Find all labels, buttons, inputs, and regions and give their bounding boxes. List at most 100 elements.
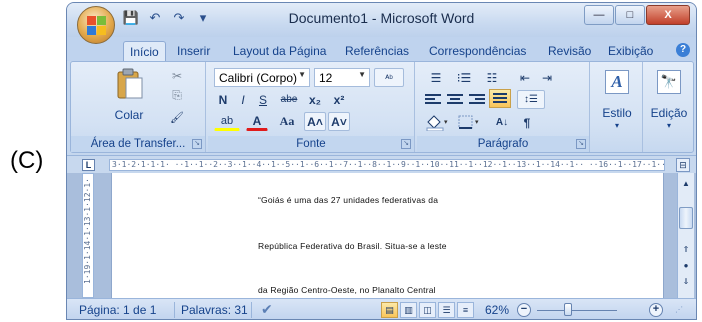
chevron-down-icon: ▼: [358, 70, 366, 79]
copy-icon[interactable]: ⎘: [167, 86, 187, 105]
paste-button[interactable]: Colar: [111, 66, 147, 128]
binoculars-icon: 🔭: [657, 70, 681, 94]
font-color-button[interactable]: A: [246, 112, 268, 131]
paragraph-2[interactable]: República Federativa do Brasil. Situa-se…: [258, 241, 447, 251]
borders-icon[interactable]: ▾: [457, 113, 483, 131]
tab-revisao[interactable]: Revisão: [542, 41, 597, 61]
figure-caption: (C): [10, 147, 44, 174]
tab-exibicao[interactable]: Exibição: [602, 41, 659, 61]
help-icon[interactable]: ?: [676, 43, 690, 57]
superscript-button[interactable]: x²: [328, 90, 350, 109]
zoom-slider-thumb[interactable]: [564, 303, 572, 316]
paragraph-3[interactable]: da Região Centro-Oeste, no Planalto Cent…: [258, 285, 436, 295]
cut-icon[interactable]: ✂: [167, 66, 187, 85]
align-right-icon[interactable]: [469, 92, 485, 106]
font-group-label: Fonte: [208, 136, 414, 152]
resize-grip-icon[interactable]: ⋰: [675, 305, 683, 314]
decrease-indent-button[interactable]: ⇤: [515, 68, 535, 87]
tab-inserir[interactable]: Inserir: [171, 41, 216, 61]
paragraph-1[interactable]: “Goiás é uma das 27 unidades federativas…: [258, 195, 438, 205]
proofing-icon[interactable]: ✔: [261, 301, 273, 318]
vertical-ruler-ticks: 1·19·1·14·1·13·1·12·1·: [83, 178, 92, 284]
font-group: Calibri (Corpo) ▼ 12 ▼ ᴬᵇ N I S abe x₂ x² …: [208, 62, 415, 152]
tab-correspondencias[interactable]: Correspondências: [423, 41, 532, 61]
underline-button[interactable]: S: [254, 90, 272, 109]
font-size-select[interactable]: 12 ▼: [314, 68, 370, 87]
web-layout-icon[interactable]: ◫: [419, 302, 436, 318]
show-marks-button[interactable]: ¶: [517, 113, 537, 132]
clipboard-group-label: Área de Transfer...: [71, 136, 205, 152]
paragraph-group-label: Parágrafo: [417, 136, 589, 152]
print-layout-icon[interactable]: ▤: [381, 302, 398, 318]
ribbon: Colar ✂ ⎘ 🖌 Área de Transfer... ↘ Calibr…: [70, 61, 694, 153]
font-size-value: 12: [319, 71, 333, 85]
close-button[interactable]: X: [646, 5, 690, 25]
font-group-label-text: Fonte: [296, 138, 326, 150]
font-family-value: Calibri (Corpo): [219, 71, 298, 85]
tab-selector-button[interactable]: L: [82, 159, 95, 171]
grow-font-button[interactable]: A˄: [304, 112, 326, 131]
editing-group: 🔭 Edição ▾: [645, 62, 693, 152]
sort-button[interactable]: A↓: [491, 113, 513, 132]
document-page[interactable]: “Goiás é uma das 27 unidades federativas…: [111, 173, 664, 298]
zoom-in-icon[interactable]: +: [649, 303, 663, 317]
word-count[interactable]: Palavras: 31: [181, 303, 248, 317]
clipboard-launcher-icon[interactable]: ↘: [192, 139, 202, 149]
bold-button[interactable]: N: [214, 90, 232, 109]
horizontal-ruler[interactable]: 3·1·2·1·1·1· ··1··1··2··3··1··4··1··5··1…: [109, 159, 665, 171]
font-launcher-icon[interactable]: ↘: [401, 139, 411, 149]
paragraph-launcher-icon[interactable]: ↘: [576, 139, 586, 149]
subscript-button[interactable]: x₂: [304, 90, 326, 109]
align-left-icon[interactable]: [425, 92, 441, 106]
maximize-button[interactable]: □: [615, 5, 645, 25]
browse-object-icon[interactable]: ●: [679, 259, 693, 273]
clear-formatting-button[interactable]: ᴬᵇ: [374, 68, 404, 87]
align-center-icon[interactable]: [447, 92, 463, 106]
strikethrough-button[interactable]: abe: [276, 90, 302, 109]
next-page-icon[interactable]: ⇓: [679, 275, 693, 289]
shrink-font-button[interactable]: A˅: [328, 112, 350, 131]
scroll-thumb[interactable]: [679, 207, 693, 229]
draft-icon[interactable]: ≡: [457, 302, 474, 318]
multilevel-list-button[interactable]: ☷: [479, 68, 505, 87]
styles-button[interactable]: A Estilo ▾: [596, 66, 638, 148]
zoom-level[interactable]: 62%: [485, 303, 509, 317]
ribbon-tabs: Início Inserir Layout da Página Referênc…: [67, 37, 696, 61]
styles-group: A Estilo ▾: [592, 62, 643, 152]
vertical-ruler[interactable]: 1·19·1·14·1·13·1·12·1·: [82, 173, 94, 298]
tab-layout[interactable]: Layout da Página: [227, 41, 332, 61]
zoom-slider[interactable]: [537, 310, 617, 311]
italic-button[interactable]: I: [234, 90, 252, 109]
page-count[interactable]: Página: 1 de 1: [79, 303, 156, 317]
highlight-button[interactable]: ab: [214, 112, 240, 131]
word-window: 💾 ↶ ↷ ▾ Documento1 - Microsoft Word — □ …: [66, 2, 697, 320]
borders-grid-icon: ▾: [458, 115, 479, 129]
bullets-button[interactable]: ☰: [423, 68, 449, 87]
increase-indent-button[interactable]: ⇥: [537, 68, 557, 87]
office-button[interactable]: [77, 6, 115, 44]
tab-inicio[interactable]: Início: [123, 41, 166, 61]
justify-icon[interactable]: [489, 89, 511, 108]
editing-button[interactable]: 🔭 Edição ▾: [647, 66, 691, 148]
window-controls: — □ X: [584, 5, 690, 25]
numbering-button[interactable]: ⁝☰: [451, 68, 477, 87]
chevron-down-icon: ▾: [666, 121, 671, 130]
font-family-select[interactable]: Calibri (Corpo) ▼: [214, 68, 310, 87]
full-screen-reading-icon[interactable]: ▥: [400, 302, 417, 318]
styles-label: Estilo: [602, 106, 632, 120]
scroll-up-icon[interactable]: ▲: [679, 177, 693, 191]
previous-page-icon[interactable]: ⇑: [679, 243, 693, 257]
view-ruler-toggle-icon[interactable]: ⊟: [676, 158, 690, 172]
shading-icon[interactable]: ▾: [425, 113, 451, 132]
vertical-scrollbar[interactable]: ▲ ⇑ ● ⇓: [677, 173, 694, 298]
clipboard-group-label-text: Área de Transfer...: [90, 138, 186, 150]
line-spacing-button[interactable]: ↕☰: [517, 90, 545, 109]
change-case-button[interactable]: Aa: [274, 112, 300, 131]
format-painter-icon[interactable]: 🖌: [167, 108, 187, 127]
zoom-out-icon[interactable]: −: [517, 303, 531, 317]
outline-icon[interactable]: ☰: [438, 302, 455, 318]
tab-referencias[interactable]: Referências: [339, 41, 415, 61]
horizontal-ruler-bar: L 3·1·2·1·1·1· ··1··1··2··3··1··4··1··5·…: [67, 155, 696, 173]
styles-icon: A: [605, 70, 629, 94]
minimize-button[interactable]: —: [584, 5, 614, 25]
